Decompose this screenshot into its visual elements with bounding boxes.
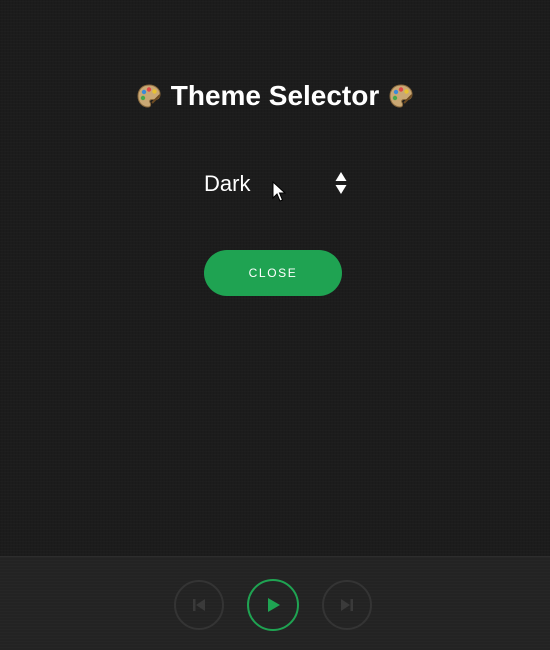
palette-icon [137, 84, 161, 108]
next-button[interactable] [322, 580, 372, 630]
play-button[interactable] [247, 579, 299, 631]
close-button[interactable]: CLOSE [204, 250, 342, 296]
player-controls-bar [0, 556, 550, 650]
previous-button[interactable] [174, 580, 224, 630]
skip-next-icon [341, 599, 353, 611]
skip-previous-icon [193, 599, 205, 611]
theme-selector-page: Theme Selector Dark CLOSE [0, 0, 550, 650]
up-down-arrows-icon [335, 172, 347, 194]
palette-icon [389, 84, 413, 108]
page-title-row: Theme Selector [0, 78, 550, 114]
play-icon [268, 598, 280, 612]
mouse-cursor-icon [272, 181, 286, 202]
theme-select-value: Dark [204, 171, 251, 196]
page-title: Theme Selector [170, 80, 380, 111]
